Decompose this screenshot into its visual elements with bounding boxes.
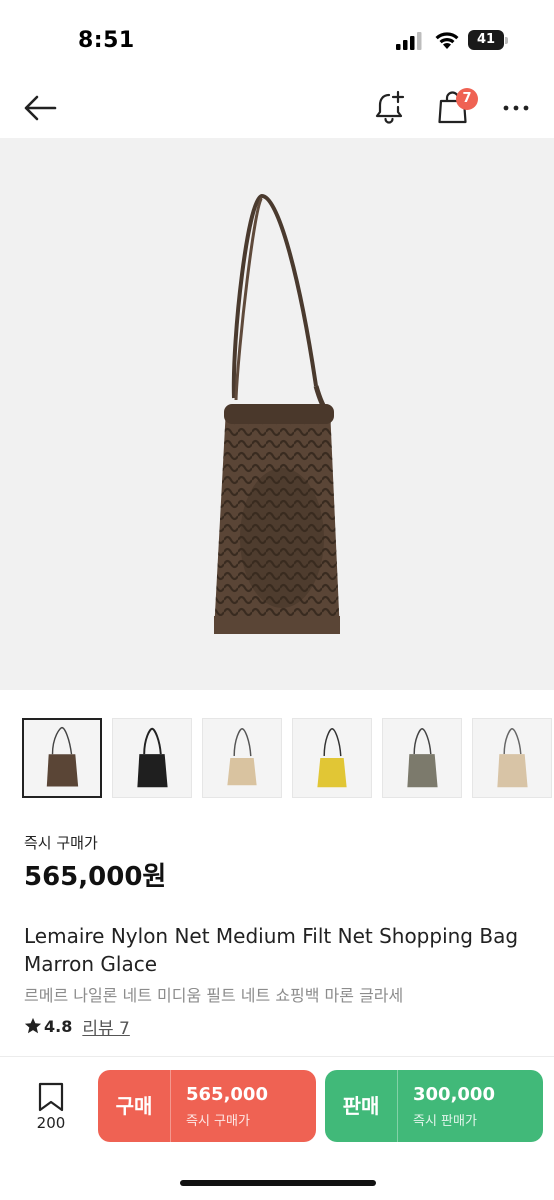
thumbnail-1[interactable] [22,718,102,798]
wifi-icon [435,32,459,49]
thumbnail-3[interactable] [202,718,282,798]
buy-button[interactable]: 구매 565,000 즉시 구매가 [98,1070,316,1142]
cellular-signal-icon [396,32,422,50]
rating-value: 4.8 [44,1016,73,1036]
sell-button-price: 300,000 [413,1084,495,1105]
price-value: 565,000원 [24,862,167,892]
product-title-ko: 르메르 나일론 네트 미디움 필트 네트 쇼핑백 마론 글라세 [24,986,404,1005]
status-time: 8:51 [78,28,135,53]
bookmark-count: 200 [36,1114,66,1132]
buy-button-label: 구매 [115,1094,153,1118]
top-nav-bar: 7 [0,80,554,136]
bookmark-icon [38,1082,64,1112]
home-indicator [180,1180,376,1186]
sell-button-label: 판매 [342,1094,380,1118]
cart-count-badge: 7 [456,88,478,110]
buy-button-subtitle: 즉시 구매가 [186,1114,250,1129]
product-main-image[interactable] [0,138,554,690]
sell-button-subtitle: 즉시 판매가 [413,1114,477,1129]
bookmark-button[interactable]: 200 [28,1080,74,1136]
thumbnail-2[interactable] [112,718,192,798]
review-link[interactable]: 리뷰 7 [82,1014,130,1039]
thumbnail-6[interactable] [472,718,552,798]
notification-bell-add-icon[interactable] [372,88,410,126]
product-title-en: Lemaire Nylon Net Medium Filt Net Shoppi… [24,924,519,976]
battery-icon: 41 [468,30,508,50]
thumbnail-4[interactable] [292,718,372,798]
status-bar: 8:51 41 [0,0,554,80]
price-label: 즉시 구매가 [24,834,98,852]
buy-button-price: 565,000 [186,1084,268,1105]
more-options-icon[interactable] [498,90,534,126]
star-icon [24,1017,42,1034]
divider [0,1056,554,1057]
battery-level: 41 [476,32,496,47]
rating-row: 4.8 리뷰 7 [24,1014,130,1039]
back-arrow-icon[interactable] [22,90,58,126]
image-thumbnails [22,718,554,798]
thumbnail-5[interactable] [382,718,462,798]
sell-button[interactable]: 판매 300,000 즉시 판매가 [325,1070,543,1142]
